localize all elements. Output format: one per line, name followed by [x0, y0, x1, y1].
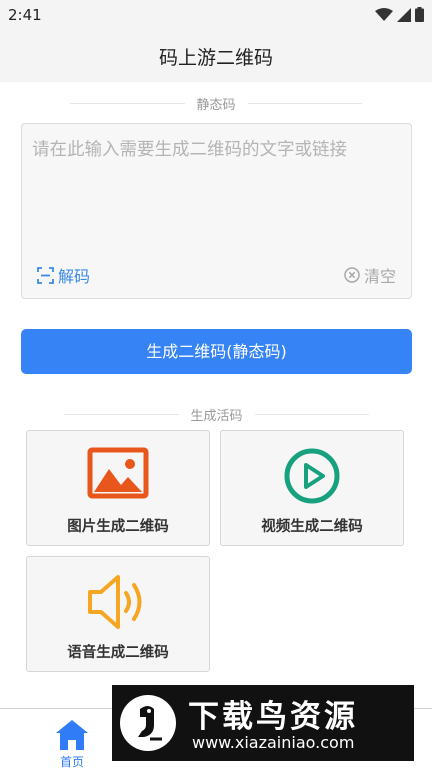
dynamic-section-divider: 生成活码	[64, 404, 370, 424]
image-icon	[87, 447, 149, 499]
decode-button[interactable]: 解码	[37, 263, 90, 287]
status-bar: 2:41	[0, 0, 432, 30]
generate-static-qr-button[interactable]: 生成二维码(静态码)	[21, 329, 412, 374]
home-icon	[56, 720, 88, 750]
dynamic-section-label: 生成活码	[190, 408, 243, 424]
decode-label: 解码	[58, 267, 91, 286]
divider-line	[254, 413, 370, 415]
clear-label: 清空	[363, 267, 396, 286]
divider-line	[64, 413, 179, 415]
tab-home-label: 首页	[59, 755, 84, 769]
input-placeholder: 请在此输入需要生成二维码的文字或链接	[32, 140, 347, 160]
video-qr-label: 视频生成二维码	[261, 519, 363, 535]
static-section-label: 静态码	[196, 97, 236, 113]
card-icon-wrap	[27, 447, 209, 507]
signal-icon	[397, 7, 411, 22]
static-section-divider: 静态码	[70, 93, 363, 113]
watermark-banner: 下载鸟资源 www.xiazainiao.com	[112, 685, 414, 761]
status-time: 2:41	[8, 6, 42, 24]
image-qr-card[interactable]: 图片生成二维码	[26, 430, 210, 546]
scan-icon	[37, 266, 54, 284]
card-icon-wrap	[221, 447, 403, 507]
watermark-brand: 下载鸟资源	[188, 699, 358, 735]
play-circle-icon	[284, 448, 340, 504]
page-title: 码上游二维码	[158, 47, 273, 69]
watermark-logo	[120, 695, 176, 751]
qr-text-input[interactable]: 请在此输入需要生成二维码的文字或链接 解码 清空	[21, 123, 412, 299]
close-circle-icon	[344, 267, 360, 283]
tab-home[interactable]: 首页	[40, 715, 104, 769]
wifi-icon	[375, 7, 393, 21]
card-icon-wrap	[27, 573, 209, 633]
image-qr-label: 图片生成二维码	[67, 519, 169, 535]
bird-icon	[138, 706, 162, 741]
video-qr-card[interactable]: 视频生成二维码	[220, 430, 404, 546]
divider-line	[70, 102, 185, 104]
speaker-icon	[88, 575, 142, 629]
audio-qr-label: 语音生成二维码	[67, 645, 169, 661]
watermark-url: www.xiazainiao.com	[192, 733, 355, 752]
battery-icon	[415, 7, 424, 22]
divider-line	[247, 102, 363, 104]
status-icons	[375, 7, 424, 22]
audio-qr-card[interactable]: 语音生成二维码	[26, 556, 210, 672]
app-header: 码上游二维码	[0, 30, 432, 82]
clear-button[interactable]: 清空	[344, 263, 396, 287]
